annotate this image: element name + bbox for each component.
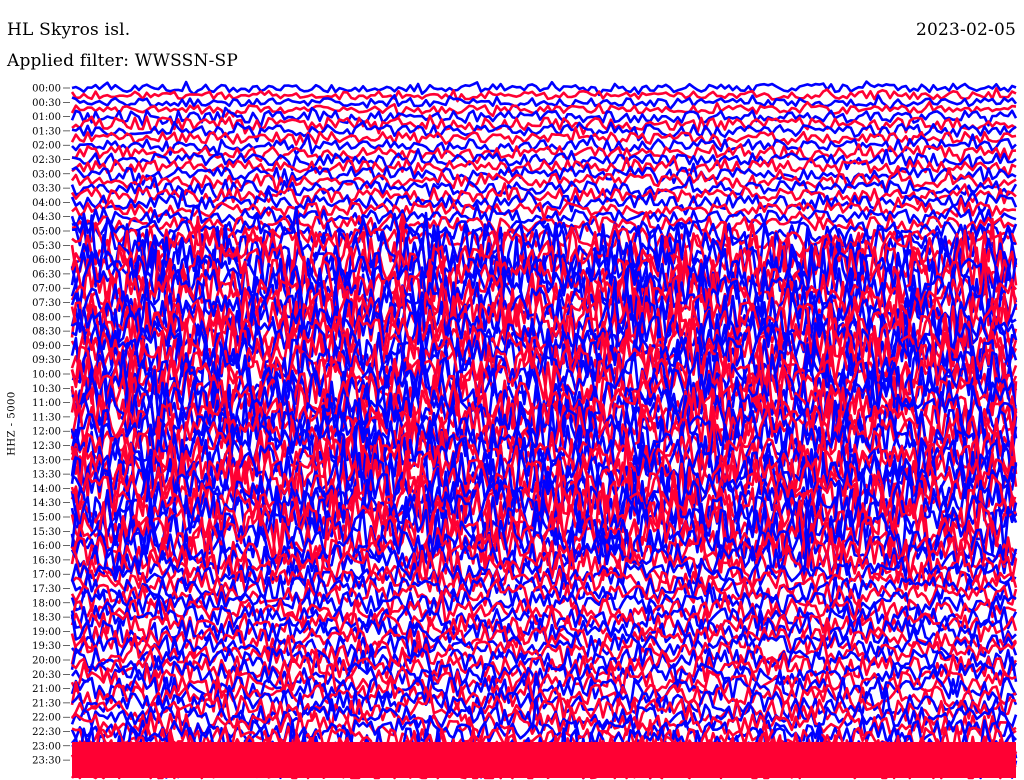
time-tick-label: 09:00: [32, 341, 61, 352]
helicorder-plot: 00:00 00:30 01:00 01:30 02:00 02:30 03:00 03:30…: [32, 80, 1018, 780]
time-tick-label: 04:30: [32, 212, 61, 223]
time-tick-label: 07:00: [32, 284, 61, 295]
time-tick-label: 18:30: [32, 613, 61, 624]
time-tick-label: 02:00: [32, 141, 61, 152]
time-tick-label: 04:00: [32, 198, 61, 209]
time-tick-label: 19:00: [32, 627, 61, 638]
time-tick-label: 20:30: [32, 670, 61, 681]
trace-layer: [70, 80, 1018, 780]
time-tick-label: 16:00: [32, 541, 61, 552]
time-tick-layer: 00:00 00:30 01:00 01:30 02:00 02:30 03:00 03:30…: [32, 84, 70, 767]
time-tick-label: 18:00: [32, 598, 61, 609]
time-tick-label: 17:30: [32, 584, 61, 595]
time-tick-label: 12:00: [32, 427, 61, 438]
time-tick-label: 22:30: [32, 727, 61, 738]
time-tick-label: 15:30: [32, 527, 61, 538]
time-tick-label: 11:30: [32, 412, 61, 423]
time-tick-label: 05:00: [32, 227, 61, 238]
time-tick-label: 03:00: [32, 169, 61, 180]
time-tick-label: 11:00: [32, 398, 61, 409]
time-tick-label: 14:00: [32, 484, 61, 495]
time-tick-label: 00:00: [32, 84, 61, 95]
time-tick-label: 08:30: [32, 327, 61, 338]
time-tick-label: 17:00: [32, 570, 61, 581]
time-tick-label: 21:00: [32, 684, 61, 695]
time-tick-label: 09:30: [32, 355, 61, 366]
time-tick-label: 06:30: [32, 269, 61, 280]
time-tick-label: 14:30: [32, 498, 61, 509]
time-tick-label: 03:30: [32, 184, 61, 195]
time-tick-label: 23:00: [32, 741, 61, 752]
time-tick-label: 00:30: [32, 98, 61, 109]
time-tick-label: 15:00: [32, 513, 61, 524]
time-tick-label: 23:30: [32, 756, 61, 767]
time-tick-label: 08:00: [32, 312, 61, 323]
time-tick-label: 16:30: [32, 555, 61, 566]
time-tick-label: 10:30: [32, 384, 61, 395]
time-tick-label: 22:00: [32, 713, 61, 724]
time-tick-label: 20:00: [32, 656, 61, 667]
time-tick-label: 10:00: [32, 370, 61, 381]
time-tick-label: 12:30: [32, 441, 61, 452]
time-tick-label: 13:00: [32, 455, 61, 466]
time-tick-label: 21:30: [32, 698, 61, 709]
time-tick-label: 19:30: [32, 641, 61, 652]
time-tick-label: 05:30: [32, 241, 61, 252]
time-tick-label: 07:30: [32, 298, 61, 309]
final-trace-block: [72, 742, 1016, 778]
time-tick-label: 13:30: [32, 470, 61, 481]
time-tick-label: 01:30: [32, 126, 61, 137]
time-tick-label: 01:00: [32, 112, 61, 123]
seismic-trace-line: [71, 114, 1017, 136]
time-tick-label: 02:30: [32, 155, 61, 166]
time-tick-label: 06:00: [32, 255, 61, 266]
